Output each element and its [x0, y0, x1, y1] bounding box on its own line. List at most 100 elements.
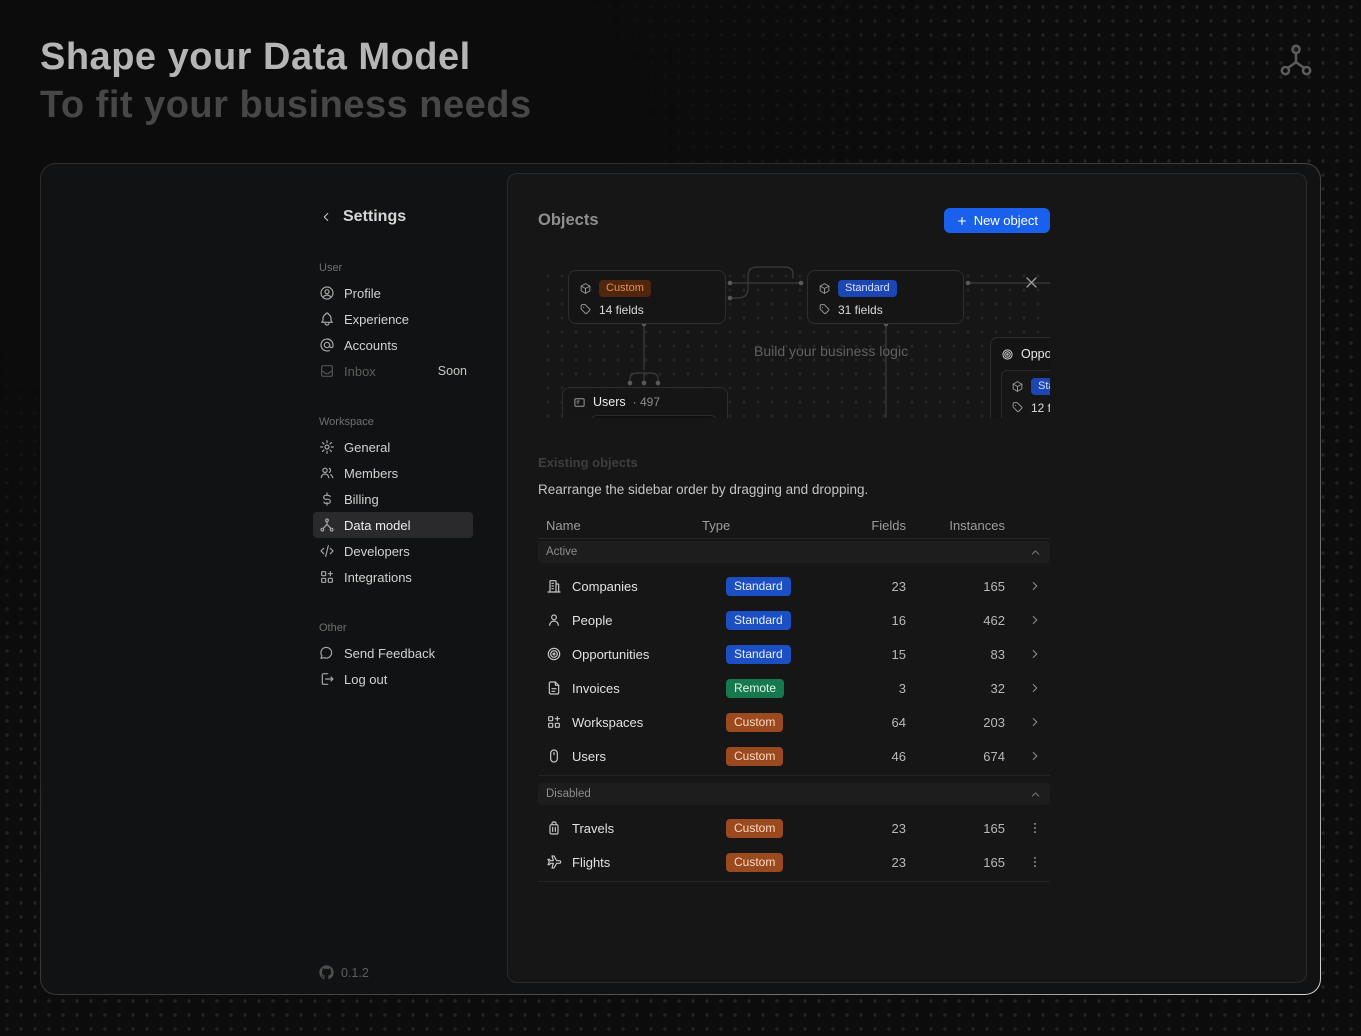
table-row-workspaces[interactable]: Workspaces Custom 64 203 [538, 705, 1050, 739]
table-row-users[interactable]: Users Custom 46 674 [538, 739, 1050, 773]
type-badge: Remote [726, 679, 784, 698]
chevron-left-icon [319, 210, 333, 224]
table-row-opportunities[interactable]: Opportunities Standard 15 83 [538, 637, 1050, 671]
section-label-other: Other [313, 622, 473, 634]
diagram-caption: Build your business logic [754, 343, 908, 359]
cube-icon [1011, 380, 1024, 393]
cube-icon [579, 282, 592, 295]
type-badge: Custom [726, 819, 783, 838]
users-icon [319, 465, 335, 481]
file-icon [546, 680, 562, 696]
settings-window: Settings User Profile Experience Account… [40, 163, 1321, 995]
new-object-button[interactable]: New object [944, 208, 1050, 233]
page-subtitle: To fit your business needs [40, 84, 532, 127]
type-badge: Standard [726, 611, 791, 630]
diagram-card-standard[interactable]: Standard 31 fields [807, 270, 964, 324]
sidebar-item-general[interactable]: General [313, 434, 473, 460]
table-row-flights[interactable]: Flights Custom 23 165 [538, 845, 1050, 879]
chevron-up-icon [1029, 788, 1042, 801]
target-icon [1001, 348, 1014, 361]
table-row-people[interactable]: People Standard 16 462 [538, 603, 1050, 637]
github-icon [319, 965, 334, 980]
plane-icon [546, 854, 562, 870]
existing-objects-heading: Existing objects [538, 455, 1050, 471]
type-badge: Custom [726, 853, 783, 872]
mouse-icon [546, 748, 562, 764]
plus-icon [956, 215, 968, 227]
settings-title: Settings [343, 208, 406, 226]
target-icon [546, 646, 562, 662]
type-badge: Standard [726, 577, 791, 596]
settings-sidebar: Settings User Profile Experience Account… [313, 204, 473, 692]
type-badge: Custom [726, 713, 783, 732]
kebab-menu-icon[interactable] [1028, 821, 1042, 835]
apps-icon [319, 569, 335, 585]
sidebar-item-send-feedback[interactable]: Send Feedback [313, 640, 473, 666]
bell-icon [319, 311, 335, 327]
chevron-right-icon[interactable] [1028, 647, 1042, 661]
person-icon [546, 612, 562, 628]
app-version: 0.1.2 [319, 965, 369, 980]
diagram-card-custom[interactable]: Custom 14 fields [568, 270, 726, 324]
dollar-icon [319, 491, 335, 507]
code-icon [319, 543, 335, 559]
table-row-companies[interactable]: Companies Standard 23 165 [538, 569, 1050, 603]
type-badge: Standard [838, 280, 897, 297]
tag-icon [1011, 401, 1024, 414]
soon-badge: Soon [438, 364, 467, 378]
table-row-invoices[interactable]: Invoices Remote 3 32 [538, 671, 1050, 705]
opportunities-subcard: Standard 12 fields [1001, 370, 1050, 418]
settings-back-button[interactable]: Settings [313, 204, 473, 230]
group-bar-active[interactable]: Active [538, 541, 1050, 563]
chevron-right-icon[interactable] [1028, 579, 1042, 593]
logout-icon [319, 671, 335, 687]
sidebar-item-integrations[interactable]: Integrations [313, 564, 473, 590]
panel-title: Objects [538, 211, 599, 230]
sidebar-item-log-out[interactable]: Log out [313, 666, 473, 692]
section-label-workspace: Workspace [313, 416, 473, 428]
at-sign-icon [319, 337, 335, 353]
tag-icon [579, 303, 592, 316]
chevron-right-icon[interactable] [1028, 681, 1042, 695]
hierarchy-icon [319, 517, 335, 533]
chevron-up-icon [1029, 546, 1042, 559]
apps-icon [546, 714, 562, 730]
users-subcard [591, 415, 717, 418]
desktop-background: Shape your Data Model To fit your busine… [0, 0, 1361, 1036]
diagram-card-opportunities[interactable]: Opportunities Standard 12 fields [990, 337, 1050, 418]
sidebar-item-data-model[interactable]: Data model [313, 512, 473, 538]
tag-icon [818, 303, 831, 316]
sidebar-item-experience[interactable]: Experience [313, 306, 473, 332]
table-row-travels[interactable]: Travels Custom 23 165 [538, 811, 1050, 845]
chevron-right-icon[interactable] [1028, 749, 1042, 763]
chevron-right-icon[interactable] [1028, 613, 1042, 627]
data-model-diagram[interactable]: Custom 14 fields Standard 31 fields [538, 266, 1050, 418]
chevron-right-icon[interactable] [1028, 715, 1042, 729]
diagram-card-users[interactable]: Users · 497 [562, 387, 728, 418]
sidebar-item-profile[interactable]: Profile [313, 280, 473, 306]
type-badge: Custom [599, 280, 651, 297]
type-badge: Standard [726, 645, 791, 664]
page-title: Shape your Data Model [40, 36, 471, 79]
existing-objects-description: Rearrange the sidebar order by dragging … [538, 481, 1050, 499]
cube-icon [818, 282, 831, 295]
sidebar-item-members[interactable]: Members [313, 460, 473, 486]
existing-objects-section: Existing objects Rearrange the sidebar o… [538, 455, 1050, 882]
building-icon [546, 578, 562, 594]
sidebar-item-billing[interactable]: Billing [313, 486, 473, 512]
sidebar-item-developers[interactable]: Developers [313, 538, 473, 564]
active-group: Companies Standard 23 165 People [538, 563, 1050, 776]
gear-icon [319, 439, 335, 455]
kebab-menu-icon[interactable] [1028, 855, 1042, 869]
sidebar-item-accounts[interactable]: Accounts [313, 332, 473, 358]
type-badge: Standard [1031, 378, 1050, 395]
card-icon [573, 396, 586, 409]
data-model-network-icon [1278, 42, 1314, 78]
group-bar-disabled[interactable]: Disabled [538, 783, 1050, 805]
inbox-icon [319, 363, 335, 379]
message-icon [319, 645, 335, 661]
sidebar-item-inbox: Inbox Soon [313, 358, 473, 384]
table-header: Name Type Fields Instances [538, 512, 1050, 539]
user-circle-icon [319, 285, 335, 301]
section-label-user: User [313, 262, 473, 274]
